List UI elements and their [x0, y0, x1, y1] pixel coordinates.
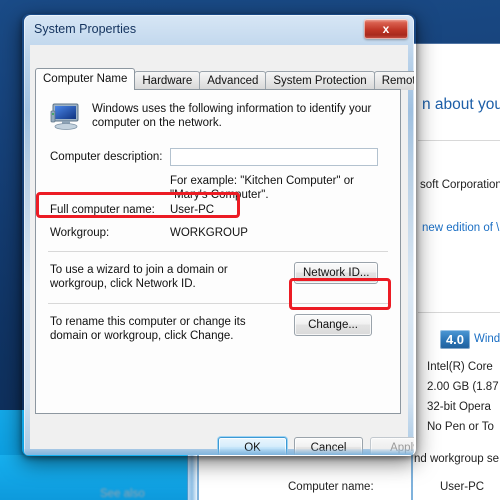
- background-window-spec-processor: Intel(R) Core: [427, 361, 493, 373]
- computer-description-label: Computer description:: [50, 151, 163, 163]
- background-window-section-heading: nd workgroup se: [414, 453, 500, 465]
- full-computer-name-label: Full computer name:: [50, 204, 155, 216]
- separator-1: [48, 251, 388, 252]
- separator-2: [48, 303, 388, 304]
- change-button[interactable]: Change...: [294, 314, 372, 336]
- dialog-titlebar[interactable]: System Properties x: [24, 15, 414, 45]
- dialog-body: Computer Name Hardware Advanced System P…: [30, 45, 414, 455]
- tab-hardware[interactable]: Hardware: [134, 71, 201, 90]
- screen: n about your soft Corporation new editio…: [0, 0, 500, 500]
- tab-advanced[interactable]: Advanced: [199, 71, 267, 90]
- computer-description-input[interactable]: [170, 148, 378, 166]
- background-detail-value-computer-name: User-PC: [440, 481, 485, 493]
- see-also-label: See also: [100, 488, 145, 500]
- tab-computer-name[interactable]: Computer Name: [35, 68, 136, 90]
- system-properties-dialog: System Properties x Computer Name Hardwa…: [24, 15, 414, 455]
- background-window-copyright: soft Corporation: [420, 179, 500, 191]
- background-window-rule-2: [418, 312, 500, 313]
- windows-experience-rating-badge[interactable]: 4.0: [440, 330, 470, 349]
- full-computer-name-value: User-PC: [170, 204, 215, 216]
- workgroup-label: Workgroup:: [50, 227, 110, 239]
- close-icon[interactable]: x: [364, 19, 408, 39]
- computer-monitor-icon: [50, 103, 79, 130]
- network-id-button[interactable]: Network ID...: [294, 262, 379, 284]
- tab-system-protection[interactable]: System Protection: [265, 71, 375, 90]
- background-window-spec-systemtype: 32-bit Opera: [427, 401, 491, 413]
- desktop-accent-strip-2: [0, 455, 190, 500]
- background-window-rule-1: [418, 140, 500, 141]
- tabstrip: Computer Name Hardware Advanced System P…: [35, 68, 414, 90]
- background-window-heading: n about your: [422, 96, 500, 113]
- windows-experience-rating-label: Wind: [474, 333, 500, 345]
- background-detail-label-computer-name: Computer name:: [288, 481, 374, 493]
- workgroup-value: WORKGROUP: [170, 227, 248, 239]
- dialog-bottom-edge: [24, 449, 414, 455]
- background-window-spec-memory: 2.00 GB (1.87: [427, 381, 499, 393]
- intro-text: Windows uses the following information t…: [92, 103, 372, 129]
- dialog-title: System Properties: [34, 22, 137, 36]
- computer-description-example: For example: "Kitchen Computer" or "Mary…: [170, 175, 354, 201]
- background-window-spec-peninput: No Pen or To: [427, 421, 494, 433]
- change-description: To rename this computer or change its do…: [50, 316, 246, 342]
- tab-page-computer-name: Windows uses the following information t…: [35, 89, 401, 414]
- background-window-upgrade-link[interactable]: new edition of \: [422, 222, 499, 234]
- tab-remote[interactable]: Remote: [373, 71, 414, 90]
- network-id-description: To use a wizard to join a domain or work…: [50, 264, 228, 290]
